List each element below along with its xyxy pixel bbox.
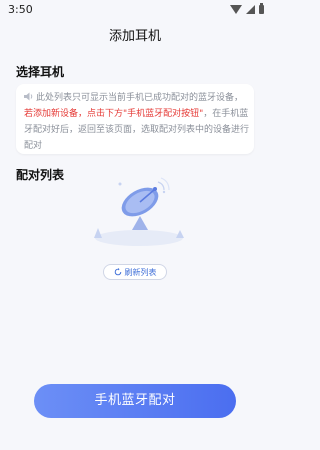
- wifi-icon: [230, 5, 242, 14]
- info-line-a: 此处列表只可显示当前手机已成功配对的蓝牙设备，: [36, 93, 244, 103]
- satellite-dish-illustration: [94, 177, 184, 246]
- pair-list-title: 配对列表: [16, 168, 65, 182]
- page-title: 添加耳机: [108, 29, 161, 44]
- status-icons: [230, 3, 264, 14]
- info-card: 此处列表只可显示当前手机已成功配对的蓝牙设备， 若添加新设备，点击下方"手机蓝牙配…: [16, 84, 254, 154]
- refresh-icon: [114, 268, 121, 276]
- status-time: 3:50: [8, 3, 33, 16]
- app-header: 添加耳机: [0, 22, 270, 52]
- status-bar: 3:50: [0, 0, 270, 22]
- select-earphone-title: 选择耳机: [16, 65, 65, 79]
- bluetooth-pair-button[interactable]: 手机蓝牙配对: [34, 384, 236, 418]
- refresh-list-button[interactable]: 刷新列表: [103, 264, 167, 280]
- info-line-b-warning: 若添加新设备，点击下方"手机蓝牙配对按钮": [24, 109, 204, 119]
- battery-icon: [259, 3, 264, 14]
- speaker-icon: [24, 92, 33, 101]
- signal-icon: [246, 5, 255, 14]
- refresh-list-label: 刷新列表: [124, 267, 157, 277]
- info-text: 此处列表只可显示当前手机已成功配对的蓝牙设备， 若添加新设备，点击下方"手机蓝牙配…: [24, 90, 250, 154]
